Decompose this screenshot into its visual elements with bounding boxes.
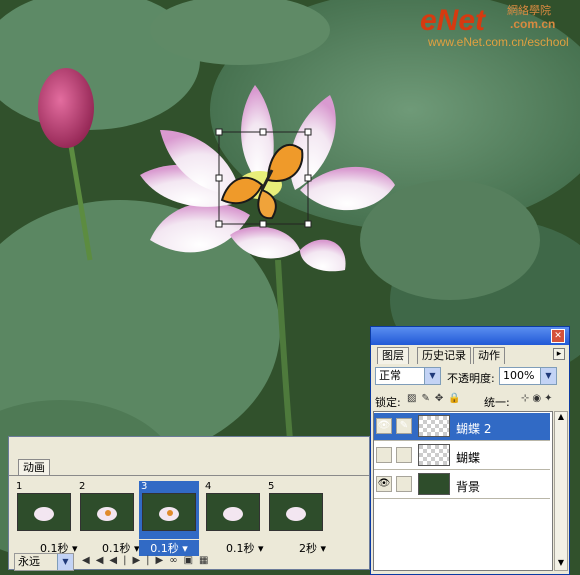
chevron-down-icon: ▼ — [424, 368, 440, 384]
panel-menu-icon[interactable]: ▸ — [553, 348, 565, 360]
blend-mode-select[interactable]: 正常 ▼ — [375, 367, 441, 385]
watermark-suffix: .com.cn — [510, 17, 555, 31]
link-toggle[interactable] — [396, 447, 412, 463]
frame-thumbnail — [269, 493, 323, 531]
watermark-logo: eNet — [420, 4, 487, 37]
frame-number: 3 — [141, 481, 148, 492]
frame-thumbnail — [17, 493, 71, 531]
frame-number: 4 — [205, 481, 212, 492]
frame-thumbnail — [206, 493, 260, 531]
frame-delay[interactable]: 2秒 ▾ — [299, 540, 326, 556]
lock-position-icon[interactable]: ✥ — [435, 393, 448, 404]
frame-number: 5 — [268, 481, 275, 492]
first-frame-icon[interactable]: ◀◀ — [82, 555, 109, 566]
layer-name: 蝴蝶 — [456, 451, 481, 465]
frame-number: 2 — [79, 481, 86, 492]
frame-number: 1 — [16, 481, 23, 492]
visibility-toggle[interactable] — [376, 447, 392, 463]
watermark-cn: 網絡學院 — [507, 3, 551, 17]
layer-thumbnail — [418, 444, 450, 466]
frame-2[interactable]: 2 — [77, 481, 137, 539]
opacity-label: 不透明度: — [447, 372, 495, 385]
layer-name: 蝴蝶 2 — [456, 422, 492, 436]
layers-scrollbar[interactable]: ▲ ▼ — [554, 411, 568, 571]
layer-name: 背景 — [456, 480, 481, 494]
frame-3[interactable]: 3 — [139, 481, 199, 539]
layer-row[interactable]: 👁 ✎ 蝴蝶 2 — [374, 413, 550, 441]
scroll-up-icon[interactable]: ▲ — [555, 412, 567, 424]
eye-icon[interactable]: 👁 — [376, 418, 392, 434]
chevron-down-icon: ▼ — [540, 368, 556, 384]
frame-delay[interactable]: 0.1秒 ▾ — [226, 540, 264, 556]
frame-delay[interactable]: 0.1秒 ▾ — [102, 540, 140, 556]
frame-5[interactable]: 5 — [266, 481, 326, 539]
link-toggle[interactable] — [396, 476, 412, 492]
unify-style-icon[interactable]: ✦ — [544, 393, 555, 404]
frame-thumbnail — [80, 493, 134, 531]
brush-icon[interactable]: ✎ — [396, 418, 412, 434]
layer-thumbnail — [418, 415, 450, 437]
chevron-down-icon: ▼ — [57, 554, 73, 570]
unify-visibility-icon[interactable]: ◉ — [532, 393, 544, 404]
frame-delay[interactable]: 0.1秒 ▾ — [139, 540, 199, 556]
tab-animation[interactable]: 动画 — [18, 459, 50, 476]
play-icon[interactable]: ▶ — [132, 555, 146, 566]
tab-layers[interactable]: 图层 — [377, 347, 409, 364]
tab-actions[interactable]: 动作 — [473, 347, 505, 364]
lock-label: 锁定: — [375, 396, 401, 409]
trash-icon[interactable]: ▦ — [199, 555, 214, 566]
unify-label: 统一: — [484, 396, 510, 409]
prev-frame-icon[interactable]: ◀| — [109, 555, 132, 566]
next-frame-icon[interactable]: |▶ — [146, 555, 169, 566]
scroll-down-icon[interactable]: ▼ — [555, 558, 567, 570]
opacity-field[interactable]: 100% ▼ — [499, 367, 557, 385]
frame-4[interactable]: 4 — [203, 481, 263, 539]
watermark-url: www.eNet.com.cn/eschool — [427, 35, 569, 49]
frame-thumbnail — [142, 493, 196, 531]
unify-position-icon[interactable]: ⊹ — [521, 393, 532, 404]
loop-select[interactable]: 永远 ▼ — [14, 553, 74, 571]
close-icon[interactable]: ✕ — [551, 329, 565, 343]
eye-icon[interactable]: 👁 — [376, 476, 392, 492]
duplicate-frame-icon[interactable]: ▣ — [184, 555, 199, 566]
tween-icon[interactable]: ∞ — [169, 555, 183, 566]
tab-history[interactable]: 历史记录 — [417, 347, 471, 364]
layers-panel: ✕ 图层 历史记录 动作 ▸ 正常 ▼ 不透明度: 100% ▼ 锁定: ▨✎✥🔒 … — [370, 326, 570, 575]
lock-all-icon[interactable]: 🔒 — [448, 393, 465, 404]
frame-1[interactable]: 1 — [14, 481, 74, 539]
lock-transparency-icon[interactable]: ▨ — [407, 393, 421, 404]
layer-row[interactable]: 👁 背景 — [374, 471, 550, 499]
lock-image-icon[interactable]: ✎ — [421, 393, 434, 404]
layer-thumbnail — [418, 473, 450, 495]
layer-row[interactable]: 蝴蝶 — [374, 442, 550, 470]
